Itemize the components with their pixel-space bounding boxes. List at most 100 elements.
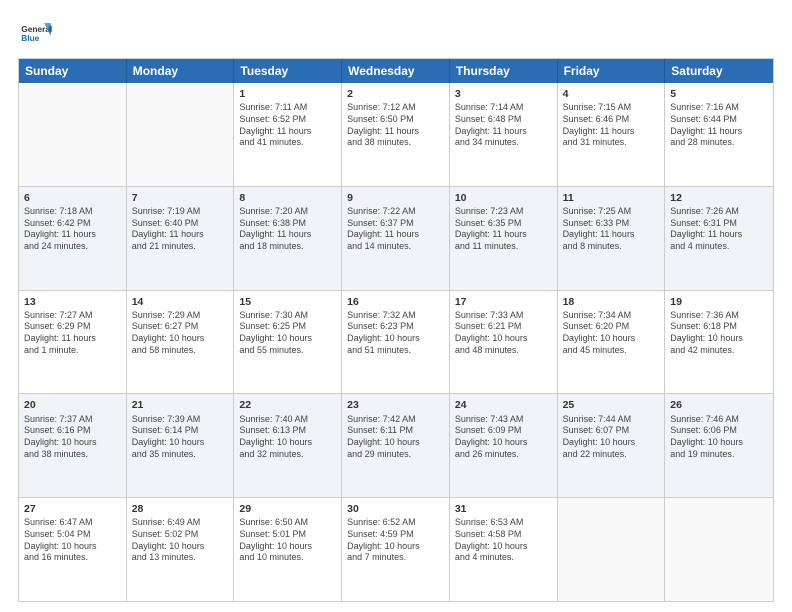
day-cell-16: 16Sunrise: 7:32 AM Sunset: 6:23 PM Dayli… [342, 291, 450, 394]
day-cell-26: 26 Sunrise: 7:46 AM Sunset: 6:06 PM Dayli… [665, 394, 773, 497]
day-number: 29 [239, 502, 336, 516]
day-cell-13: 13Sunrise: 7:27 AM Sunset: 6:29 PM Dayli… [19, 291, 127, 394]
empty-cell [665, 498, 773, 601]
day-cell-23: 23 Sunrise: 7:42 AM Sunset: 6:11 PM Dayli… [342, 394, 450, 497]
day-number: 12 [670, 191, 768, 205]
cell-info: Sunrise: 7:12 AM Sunset: 6:50 PM Dayligh… [347, 102, 444, 149]
header: General Blue [18, 18, 774, 50]
cell-info: Sunrise: 7:14 AM Sunset: 6:48 PM Dayligh… [455, 102, 552, 149]
day-number: 27 [24, 502, 121, 516]
cell-info: Sunrise: 7:11 AM Sunset: 6:52 PM Dayligh… [239, 102, 336, 149]
day-cell-6: 6Sunrise: 7:18 AM Sunset: 6:42 PM Daylig… [19, 187, 127, 290]
day-number: 1 [239, 87, 336, 101]
day-number: 19 [670, 295, 768, 309]
calendar-row: 20 Sunrise: 7:37 AM Sunset: 6:16 PM Dayli… [19, 393, 773, 497]
cell-info: Sunrise: 7:23 AM Sunset: 6:35 PM Dayligh… [455, 206, 552, 253]
day-cell-2: 2Sunrise: 7:12 AM Sunset: 6:50 PM Daylig… [342, 83, 450, 186]
day-cell-3: 3Sunrise: 7:14 AM Sunset: 6:48 PM Daylig… [450, 83, 558, 186]
header-day-wednesday: Wednesday [342, 59, 450, 83]
cell-info: Sunrise: 7:32 AM Sunset: 6:23 PM Dayligh… [347, 310, 444, 357]
day-cell-9: 9Sunrise: 7:22 AM Sunset: 6:37 PM Daylig… [342, 187, 450, 290]
day-number: 25 [563, 398, 660, 412]
day-cell-17: 17Sunrise: 7:33 AM Sunset: 6:21 PM Dayli… [450, 291, 558, 394]
day-cell-14: 14Sunrise: 7:29 AM Sunset: 6:27 PM Dayli… [127, 291, 235, 394]
day-number: 4 [563, 87, 660, 101]
day-cell-21: 21Sunrise: 7:39 AM Sunset: 6:14 PM Dayli… [127, 394, 235, 497]
day-cell-10: 10Sunrise: 7:23 AM Sunset: 6:35 PM Dayli… [450, 187, 558, 290]
svg-text:Blue: Blue [21, 33, 39, 43]
day-cell-29: 29Sunrise: 6:50 AM Sunset: 5:01 PM Dayli… [234, 498, 342, 601]
day-number: 28 [132, 502, 229, 516]
day-number: 23 [347, 398, 444, 412]
day-number: 14 [132, 295, 229, 309]
day-cell-18: 18Sunrise: 7:34 AM Sunset: 6:20 PM Dayli… [558, 291, 666, 394]
logo-icon: General Blue [20, 18, 52, 50]
cell-info: Sunrise: 7:18 AM Sunset: 6:42 PM Dayligh… [24, 206, 121, 253]
calendar-body: 1Sunrise: 7:11 AM Sunset: 6:52 PM Daylig… [19, 83, 773, 601]
day-cell-15: 15Sunrise: 7:30 AM Sunset: 6:25 PM Dayli… [234, 291, 342, 394]
day-cell-8: 8Sunrise: 7:20 AM Sunset: 6:38 PM Daylig… [234, 187, 342, 290]
cell-info: Sunrise: 7:46 AM Sunset: 6:06 PM Dayligh… [670, 414, 768, 461]
calendar: SundayMondayTuesdayWednesdayThursdayFrid… [18, 58, 774, 602]
empty-cell [558, 498, 666, 601]
cell-info: Sunrise: 7:25 AM Sunset: 6:33 PM Dayligh… [563, 206, 660, 253]
day-cell-1: 1Sunrise: 7:11 AM Sunset: 6:52 PM Daylig… [234, 83, 342, 186]
cell-info: Sunrise: 7:44 AM Sunset: 6:07 PM Dayligh… [563, 414, 660, 461]
cell-info: Sunrise: 7:36 AM Sunset: 6:18 PM Dayligh… [670, 310, 768, 357]
day-number: 6 [24, 191, 121, 205]
day-number: 2 [347, 87, 444, 101]
day-cell-19: 19Sunrise: 7:36 AM Sunset: 6:18 PM Dayli… [665, 291, 773, 394]
day-cell-22: 22 Sunrise: 7:40 AM Sunset: 6:13 PM Dayli… [234, 394, 342, 497]
day-number: 3 [455, 87, 552, 101]
cell-info: Sunrise: 7:19 AM Sunset: 6:40 PM Dayligh… [132, 206, 229, 253]
header-day-thursday: Thursday [450, 59, 558, 83]
day-cell-28: 28Sunrise: 6:49 AM Sunset: 5:02 PM Dayli… [127, 498, 235, 601]
cell-info: Sunrise: 7:42 AM Sunset: 6:11 PM Dayligh… [347, 414, 444, 461]
calendar-row: 1Sunrise: 7:11 AM Sunset: 6:52 PM Daylig… [19, 83, 773, 186]
day-number: 9 [347, 191, 444, 205]
cell-info: Sunrise: 7:33 AM Sunset: 6:21 PM Dayligh… [455, 310, 552, 357]
header-day-sunday: Sunday [19, 59, 127, 83]
day-number: 20 [24, 398, 121, 412]
calendar-row: 6Sunrise: 7:18 AM Sunset: 6:42 PM Daylig… [19, 186, 773, 290]
cell-info: Sunrise: 6:49 AM Sunset: 5:02 PM Dayligh… [132, 517, 229, 564]
header-day-friday: Friday [558, 59, 666, 83]
day-number: 30 [347, 502, 444, 516]
cell-info: Sunrise: 7:29 AM Sunset: 6:27 PM Dayligh… [132, 310, 229, 357]
header-day-tuesday: Tuesday [234, 59, 342, 83]
cell-info: Sunrise: 7:40 AM Sunset: 6:13 PM Dayligh… [239, 414, 336, 461]
day-number: 8 [239, 191, 336, 205]
empty-cell [19, 83, 127, 186]
cell-info: Sunrise: 7:37 AM Sunset: 6:16 PM Dayligh… [24, 414, 121, 461]
day-cell-20: 20 Sunrise: 7:37 AM Sunset: 6:16 PM Dayli… [19, 394, 127, 497]
day-cell-31: 31Sunrise: 6:53 AM Sunset: 4:58 PM Dayli… [450, 498, 558, 601]
day-cell-24: 24 Sunrise: 7:43 AM Sunset: 6:09 PM Dayli… [450, 394, 558, 497]
header-day-saturday: Saturday [665, 59, 773, 83]
day-cell-25: 25 Sunrise: 7:44 AM Sunset: 6:07 PM Dayli… [558, 394, 666, 497]
cell-info: Sunrise: 7:34 AM Sunset: 6:20 PM Dayligh… [563, 310, 660, 357]
day-cell-12: 12Sunrise: 7:26 AM Sunset: 6:31 PM Dayli… [665, 187, 773, 290]
day-cell-30: 30Sunrise: 6:52 AM Sunset: 4:59 PM Dayli… [342, 498, 450, 601]
day-number: 5 [670, 87, 768, 101]
day-number: 21 [132, 398, 229, 412]
day-cell-4: 4Sunrise: 7:15 AM Sunset: 6:46 PM Daylig… [558, 83, 666, 186]
calendar-row: 27Sunrise: 6:47 AM Sunset: 5:04 PM Dayli… [19, 497, 773, 601]
day-number: 10 [455, 191, 552, 205]
day-number: 24 [455, 398, 552, 412]
cell-info: Sunrise: 7:20 AM Sunset: 6:38 PM Dayligh… [239, 206, 336, 253]
day-number: 7 [132, 191, 229, 205]
empty-cell [127, 83, 235, 186]
cell-info: Sunrise: 6:50 AM Sunset: 5:01 PM Dayligh… [239, 517, 336, 564]
cell-info: Sunrise: 7:43 AM Sunset: 6:09 PM Dayligh… [455, 414, 552, 461]
day-number: 22 [239, 398, 336, 412]
cell-info: Sunrise: 7:27 AM Sunset: 6:29 PM Dayligh… [24, 310, 121, 357]
header-day-monday: Monday [127, 59, 235, 83]
day-number: 15 [239, 295, 336, 309]
cell-info: Sunrise: 6:52 AM Sunset: 4:59 PM Dayligh… [347, 517, 444, 564]
day-number: 26 [670, 398, 768, 412]
cell-info: Sunrise: 6:53 AM Sunset: 4:58 PM Dayligh… [455, 517, 552, 564]
day-cell-7: 7Sunrise: 7:19 AM Sunset: 6:40 PM Daylig… [127, 187, 235, 290]
cell-info: Sunrise: 6:47 AM Sunset: 5:04 PM Dayligh… [24, 517, 121, 564]
cell-info: Sunrise: 7:15 AM Sunset: 6:46 PM Dayligh… [563, 102, 660, 149]
day-number: 17 [455, 295, 552, 309]
